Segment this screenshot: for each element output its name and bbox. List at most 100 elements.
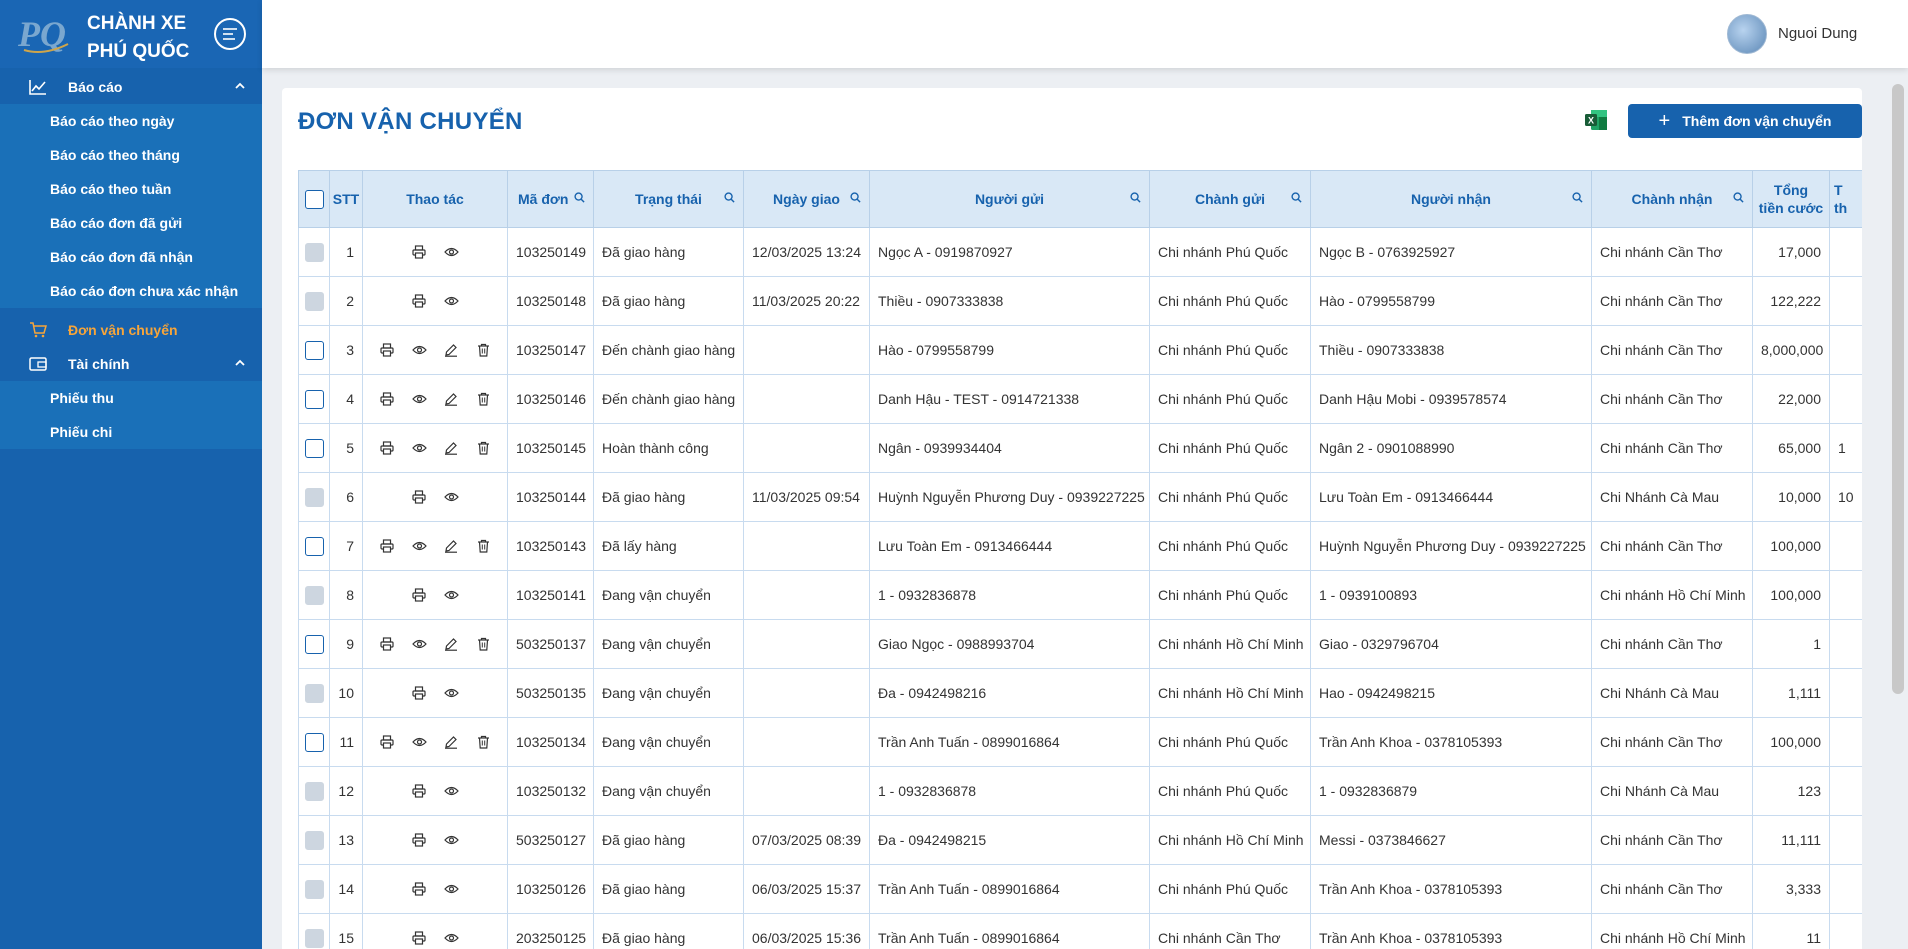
search-icon[interactable]	[1291, 192, 1302, 203]
table-row[interactable]: 3 103250147 Đến chành giao hàng Hào - 07995…	[298, 325, 1862, 375]
cell-delivery-date	[743, 521, 870, 571]
table-row[interactable]: 12 103250132 Đang vận chuyển 1 - 0932836878…	[298, 766, 1862, 816]
print-icon[interactable]	[410, 586, 428, 604]
cell-stt: 15	[329, 913, 363, 949]
menu-item-payments[interactable]: Phiếu chi	[0, 415, 262, 449]
menu-item-unconfirmed-report[interactable]: Báo cáo đơn chưa xác nhận	[0, 274, 262, 308]
table-row[interactable]: 1 103250149 Đã giao hàng 12/03/2025 13:24 Ng…	[298, 227, 1862, 277]
print-icon[interactable]	[378, 733, 396, 751]
col-header-delivery-date: Ngày giao	[743, 170, 870, 228]
view-icon[interactable]	[442, 243, 460, 261]
cell-stt: 3	[329, 325, 363, 375]
avatar[interactable]	[1727, 14, 1767, 54]
print-icon[interactable]	[410, 684, 428, 702]
table-row[interactable]: 8 103250141 Đang vận chuyển 1 - 0932836878 C…	[298, 570, 1862, 620]
search-icon[interactable]	[1733, 192, 1744, 203]
menu-item-received-report[interactable]: Báo cáo đơn đã nhận	[0, 240, 262, 274]
delete-icon[interactable]	[474, 341, 492, 359]
edit-icon[interactable]	[442, 537, 460, 555]
delete-icon[interactable]	[474, 635, 492, 653]
edit-icon[interactable]	[442, 341, 460, 359]
table-row[interactable]: 2 103250148 Đã giao hàng 11/03/2025 20:22 Th…	[298, 276, 1862, 326]
row-checkbox[interactable]	[304, 340, 324, 360]
view-icon[interactable]	[410, 439, 428, 457]
cell-actions	[362, 766, 508, 816]
page-scrollbar[interactable]	[1892, 84, 1904, 694]
search-icon[interactable]	[1130, 192, 1141, 203]
edit-icon[interactable]	[442, 733, 460, 751]
menu-item-monthly-report[interactable]: Báo cáo theo tháng	[0, 138, 262, 172]
menu-group-reports[interactable]: Báo cáo	[0, 70, 262, 104]
table-row[interactable]: 4 103250146 Đến chành giao hàng Danh Hậu - …	[298, 374, 1862, 424]
menu-item-weekly-report[interactable]: Báo cáo theo tuần	[0, 172, 262, 206]
menu-item-sent-report[interactable]: Báo cáo đơn đã gửi	[0, 206, 262, 240]
view-icon[interactable]	[442, 586, 460, 604]
view-icon[interactable]	[442, 831, 460, 849]
print-icon[interactable]	[410, 782, 428, 800]
edit-icon[interactable]	[442, 439, 460, 457]
print-icon[interactable]	[378, 439, 396, 457]
cell-status: Đến chành giao hàng	[593, 374, 744, 424]
view-icon[interactable]	[442, 684, 460, 702]
table-row[interactable]: 14 103250126 Đã giao hàng 06/03/2025 15:37 T…	[298, 864, 1862, 914]
table-row[interactable]: 7 103250143 Đã lấy hàng Lưu Toàn Em - 09134…	[298, 521, 1862, 571]
search-icon[interactable]	[850, 192, 861, 203]
delete-icon[interactable]	[474, 390, 492, 408]
search-icon[interactable]	[724, 192, 735, 203]
cell-total: 17,000	[1752, 227, 1830, 277]
cell-receiver: Giao - 0329796704	[1310, 619, 1592, 669]
search-icon[interactable]	[1572, 192, 1583, 203]
print-icon[interactable]	[410, 292, 428, 310]
view-icon[interactable]	[442, 292, 460, 310]
table-row[interactable]: 13 503250127 Đã giao hàng 07/03/2025 08:39 Đ…	[298, 815, 1862, 865]
table-row[interactable]: 9 503250137 Đang vận chuyển Giao Ngọc - 098…	[298, 619, 1862, 669]
excel-export-icon[interactable]: X	[1584, 108, 1608, 132]
view-icon[interactable]	[410, 390, 428, 408]
cell-code: 103250148	[507, 276, 594, 326]
view-icon[interactable]	[410, 733, 428, 751]
edit-icon[interactable]	[442, 635, 460, 653]
print-icon[interactable]	[378, 341, 396, 359]
print-icon[interactable]	[410, 880, 428, 898]
print-icon[interactable]	[410, 488, 428, 506]
view-icon[interactable]	[442, 782, 460, 800]
table-row[interactable]: 10 503250135 Đang vận chuyển Đa - 094249821…	[298, 668, 1862, 718]
cell-next	[1829, 521, 1862, 571]
row-checkbox[interactable]	[304, 634, 324, 654]
row-checkbox[interactable]	[304, 389, 324, 409]
delete-icon[interactable]	[474, 537, 492, 555]
table-row[interactable]: 5 103250145 Hoàn thành công Ngân - 09399344…	[298, 423, 1862, 473]
delete-icon[interactable]	[474, 439, 492, 457]
table-row[interactable]: 15 203250125 Đã giao hàng 06/03/2025 15:36 T…	[298, 913, 1862, 949]
view-icon[interactable]	[442, 488, 460, 506]
col-header-send-branch: Chành gửi	[1149, 170, 1311, 228]
select-all-checkbox[interactable]	[304, 189, 324, 209]
delete-icon[interactable]	[474, 733, 492, 751]
row-checkbox[interactable]	[304, 732, 324, 752]
view-icon[interactable]	[442, 880, 460, 898]
menu-item-shipping-orders[interactable]: Đơn vận chuyển	[0, 313, 262, 347]
search-icon[interactable]	[574, 192, 585, 203]
print-icon[interactable]	[410, 929, 428, 947]
row-checkbox[interactable]	[304, 438, 324, 458]
table-row[interactable]: 6 103250144 Đã giao hàng 11/03/2025 09:54 Hu…	[298, 472, 1862, 522]
view-icon[interactable]	[442, 929, 460, 947]
row-select-cell	[298, 619, 330, 669]
print-icon[interactable]	[378, 635, 396, 653]
user-name[interactable]: Nguoi Dung	[1778, 25, 1857, 42]
print-icon[interactable]	[410, 243, 428, 261]
print-icon[interactable]	[410, 831, 428, 849]
menu-group-finance[interactable]: Tài chính	[0, 347, 262, 381]
view-icon[interactable]	[410, 537, 428, 555]
view-icon[interactable]	[410, 341, 428, 359]
print-icon[interactable]	[378, 390, 396, 408]
table-row[interactable]: 11 103250134 Đang vận chuyển Trần Anh Tuấn …	[298, 717, 1862, 767]
sidebar-toggle-button[interactable]	[214, 18, 246, 50]
add-shipping-order-button[interactable]: + Thêm đơn vận chuyển	[1628, 104, 1862, 138]
edit-icon[interactable]	[442, 390, 460, 408]
menu-item-daily-report[interactable]: Báo cáo theo ngày	[0, 104, 262, 138]
row-checkbox[interactable]	[304, 536, 324, 556]
print-icon[interactable]	[378, 537, 396, 555]
view-icon[interactable]	[410, 635, 428, 653]
menu-item-receipts[interactable]: Phiếu thu	[0, 381, 262, 415]
